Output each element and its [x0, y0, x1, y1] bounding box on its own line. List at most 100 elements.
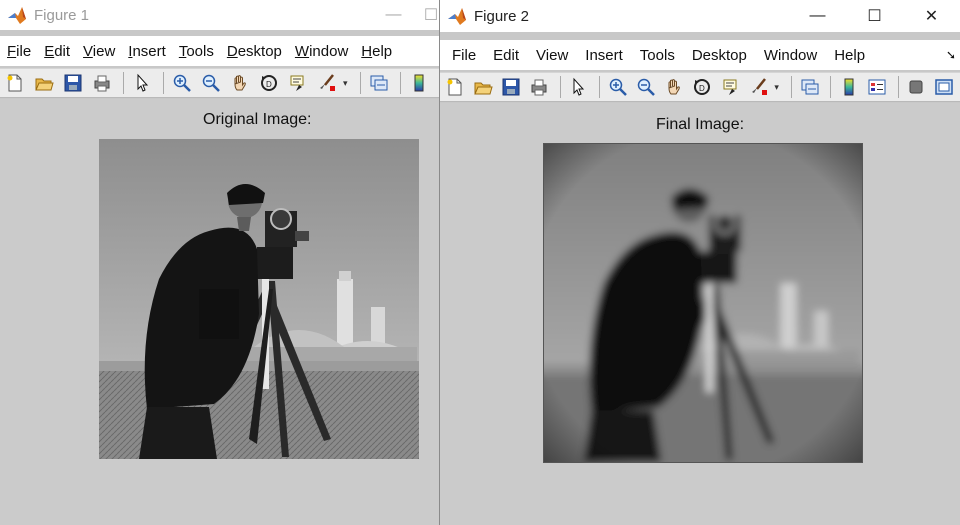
- final-image: [543, 143, 863, 463]
- link-plot-button[interactable]: [366, 71, 392, 95]
- print-button[interactable]: [527, 75, 552, 99]
- menu-file[interactable]: File: [452, 47, 476, 64]
- axes-title: Original Image:: [203, 111, 312, 128]
- colorbar-icon: [414, 74, 424, 92]
- new-figure-icon: [7, 74, 22, 92]
- print-button[interactable]: [89, 71, 115, 95]
- open-file-button[interactable]: [31, 71, 57, 95]
- rotate-3d-icon: D: [694, 79, 711, 95]
- zoom-out-icon: [637, 78, 655, 96]
- legend-button[interactable]: [864, 75, 889, 99]
- zoom-in-icon: [173, 74, 191, 92]
- brush-dropdown[interactable]: ▾: [343, 78, 351, 89]
- close-button[interactable]: ✕: [903, 0, 960, 32]
- toolbar-separator: [599, 76, 601, 98]
- title-bar[interactable]: Figure 1 — ☐: [0, 0, 440, 30]
- title-bar[interactable]: Figure 2 — ☐ ✕: [440, 0, 960, 32]
- toolbar-separator: [897, 76, 899, 98]
- brush-button[interactable]: [746, 75, 771, 99]
- rotate-3d-icon: D: [261, 75, 277, 91]
- menu-view[interactable]: View: [83, 43, 115, 60]
- brush-icon: [751, 78, 767, 95]
- menu-overflow-icon[interactable]: ➘: [946, 48, 956, 62]
- figure-toolbar: D ▾: [0, 68, 440, 98]
- new-figure-button[interactable]: [2, 71, 28, 95]
- data-cursor-icon: [290, 75, 304, 91]
- plot-tools-button[interactable]: [904, 75, 929, 99]
- link-plot-button[interactable]: [797, 75, 822, 99]
- menu-file[interactable]: File: [7, 43, 31, 60]
- menu-edit[interactable]: Edit: [44, 43, 70, 60]
- pan-button[interactable]: [661, 75, 686, 99]
- save-icon: [502, 78, 520, 96]
- menu-insert[interactable]: Insert: [128, 43, 166, 60]
- dock-icon: [935, 79, 954, 95]
- colorbar-button[interactable]: [836, 75, 861, 99]
- brush-icon: [320, 74, 335, 91]
- open-file-icon: [35, 78, 54, 91]
- svg-text:D: D: [699, 84, 705, 93]
- save-icon: [64, 74, 82, 92]
- minimize-button[interactable]: —: [789, 0, 846, 32]
- toolbar-separator: [559, 76, 561, 98]
- toolbar-separator: [123, 72, 124, 94]
- cameraman-photo: [99, 139, 419, 459]
- maximize-button[interactable]: ☐: [846, 0, 903, 32]
- menu-desktop[interactable]: Desktop: [227, 43, 282, 60]
- figure-toolbar: D ▾: [440, 72, 960, 102]
- menu-bar: File Edit View Insert Tools Desktop Wind…: [440, 40, 960, 70]
- menu-help[interactable]: Help: [361, 43, 392, 60]
- save-button[interactable]: [60, 71, 86, 95]
- link-plot-icon: [370, 75, 388, 91]
- menu-edit[interactable]: Edit: [493, 47, 519, 64]
- svg-text:D: D: [266, 80, 272, 89]
- menu-tools[interactable]: Tools: [179, 43, 214, 60]
- zoom-out-button[interactable]: [633, 75, 658, 99]
- zoom-in-button[interactable]: [169, 71, 195, 95]
- pan-button[interactable]: [227, 71, 253, 95]
- window-controls: — ☐ ✕: [789, 0, 960, 32]
- figure-2-window: Figure 2 — ☐ ✕ File Edit View Insert Too…: [439, 0, 960, 525]
- new-figure-button[interactable]: [442, 75, 467, 99]
- plot-tools-icon: [909, 80, 923, 94]
- matlab-icon: [8, 7, 26, 24]
- dock-button[interactable]: [932, 75, 957, 99]
- new-figure-icon: [447, 78, 462, 96]
- menu-help[interactable]: Help: [834, 47, 865, 64]
- colorbar-button[interactable]: [406, 71, 432, 95]
- menu-insert[interactable]: Insert: [585, 47, 623, 64]
- figure-canvas: Original Image:: [0, 99, 440, 525]
- figure-canvas: Final Image:: [440, 103, 960, 525]
- pointer-icon: [137, 73, 149, 92]
- menu-desktop[interactable]: Desktop: [692, 47, 747, 64]
- zoom-in-button[interactable]: [605, 75, 630, 99]
- zoom-out-button[interactable]: [198, 71, 224, 95]
- cameraman-photo-blurred: [544, 144, 862, 462]
- rotate-3d-button[interactable]: D: [256, 71, 282, 95]
- maximize-button[interactable]: ☐: [422, 0, 440, 30]
- brush-button[interactable]: [314, 71, 340, 95]
- matlab-icon: [448, 8, 466, 25]
- legend-icon: [868, 79, 886, 95]
- data-cursor-button[interactable]: [718, 75, 743, 99]
- brush-dropdown[interactable]: ▾: [774, 82, 782, 93]
- figure-1-window: Figure 1 — ☐ File Edit View Insert Tools…: [0, 0, 440, 525]
- data-cursor-button[interactable]: [285, 71, 311, 95]
- menu-tools[interactable]: Tools: [640, 47, 675, 64]
- menu-window[interactable]: Window: [295, 43, 348, 60]
- open-file-button[interactable]: [470, 75, 495, 99]
- rotate-3d-button[interactable]: D: [690, 75, 715, 99]
- pointer-button[interactable]: [129, 71, 155, 95]
- minimize-button[interactable]: —: [365, 0, 422, 30]
- toolbar-separator: [163, 72, 164, 94]
- data-cursor-icon: [723, 79, 737, 95]
- link-plot-icon: [801, 79, 819, 95]
- toolbar-separator: [791, 76, 793, 98]
- pointer-button[interactable]: [566, 75, 591, 99]
- save-button[interactable]: [498, 75, 523, 99]
- open-file-icon: [474, 82, 493, 95]
- menu-window[interactable]: Window: [764, 47, 817, 64]
- menu-view[interactable]: View: [536, 47, 568, 64]
- original-image: [99, 139, 419, 459]
- menu-bar: File Edit View Insert Tools Desktop Wind…: [0, 36, 440, 66]
